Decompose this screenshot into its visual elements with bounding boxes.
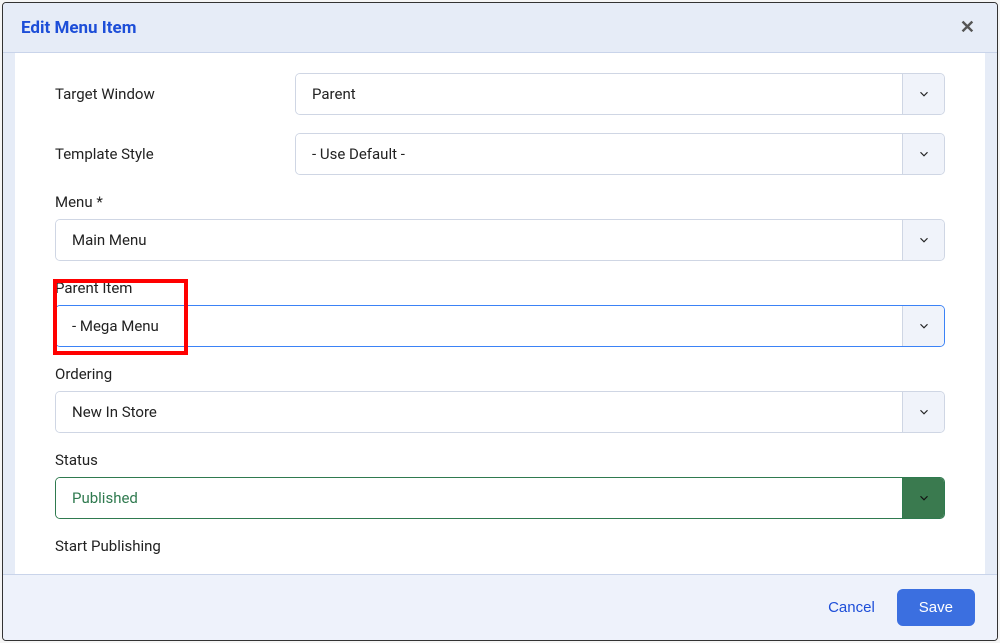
select-template-style[interactable]: - Use Default - (295, 133, 945, 175)
chevron-down-icon[interactable] (902, 74, 944, 114)
select-menu[interactable]: Main Menu (55, 219, 945, 261)
select-value-status: Published (56, 478, 902, 518)
modal-title: Edit Menu Item (21, 18, 136, 38)
label-template-style: Template Style (55, 145, 295, 163)
field-menu: Menu * Main Menu (55, 193, 945, 261)
chevron-down-icon[interactable] (902, 478, 944, 518)
field-ordering: Ordering New In Store (55, 365, 945, 433)
modal-footer: Cancel Save (3, 574, 997, 640)
label-parent-item: Parent Item (55, 279, 945, 297)
modal-header: Edit Menu Item ✕ (3, 3, 997, 53)
field-status: Status Published (55, 451, 945, 519)
select-value-template-style: - Use Default - (296, 134, 902, 174)
select-status[interactable]: Published (55, 477, 945, 519)
label-target-window: Target Window (55, 85, 295, 103)
label-status: Status (55, 451, 945, 469)
chevron-down-icon[interactable] (902, 134, 944, 174)
label-ordering: Ordering (55, 365, 945, 383)
label-start-publishing: Start Publishing (55, 537, 945, 555)
field-target-window: Target Window Parent (55, 73, 945, 115)
chevron-down-icon[interactable] (902, 220, 944, 260)
close-icon[interactable]: ✕ (956, 17, 979, 38)
select-parent-item[interactable]: - Mega Menu (55, 305, 945, 347)
edit-menu-item-modal: Edit Menu Item ✕ Target Window Parent Te… (2, 2, 998, 641)
field-parent-item: Parent Item - Mega Menu (55, 279, 945, 347)
modal-body: Target Window Parent Template Style - Us… (3, 53, 997, 574)
select-value-menu: Main Menu (56, 220, 902, 260)
chevron-down-icon[interactable] (902, 392, 944, 432)
select-value-ordering: New In Store (56, 392, 902, 432)
select-value-parent-item: - Mega Menu (56, 306, 902, 346)
field-template-style: Template Style - Use Default - (55, 133, 945, 175)
chevron-down-icon[interactable] (902, 306, 944, 346)
form-panel: Target Window Parent Template Style - Us… (15, 53, 985, 574)
label-menu: Menu * (55, 193, 945, 211)
select-value-target-window: Parent (296, 74, 902, 114)
cancel-button[interactable]: Cancel (828, 599, 875, 616)
save-button[interactable]: Save (897, 589, 975, 626)
select-target-window[interactable]: Parent (295, 73, 945, 115)
select-ordering[interactable]: New In Store (55, 391, 945, 433)
